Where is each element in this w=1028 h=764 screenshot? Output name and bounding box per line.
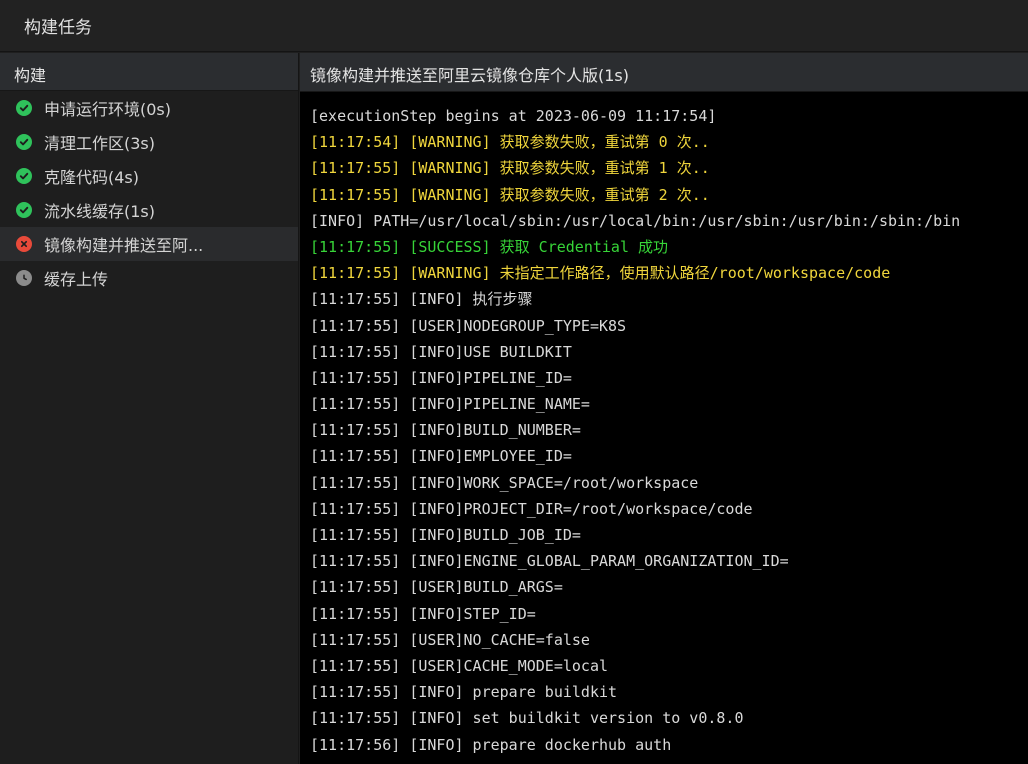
build-step-item[interactable]: 申请运行环境(0s) xyxy=(0,91,298,125)
log-line: [11:17:55] [INFO]PIPELINE_NAME= xyxy=(310,395,590,414)
log-line: [11:17:55] [USER]CACHE_MODE=local xyxy=(310,656,609,675)
sidebar-header: 构建 xyxy=(0,53,298,91)
log-line: [11:17:55] [INFO] prepare buildkit xyxy=(310,683,618,702)
build-step-label: 申请运行环境(0s) xyxy=(44,100,172,119)
log-panel-title: 镜像构建并推送至阿里云镜像仓库个人版(1s) xyxy=(300,53,1028,92)
log-line: [11:17:54] [WARNING] 获取参数失败，重试第 0 次.. xyxy=(310,133,710,152)
log-panel: 镜像构建并推送至阿里云镜像仓库个人版(1s) [executionStep be… xyxy=(300,53,1028,764)
log-line: [11:17:55] [INFO]EMPLOYEE_ID= xyxy=(310,447,572,466)
log-line: [executionStep begins at 2023-06-09 11:1… xyxy=(310,107,717,125)
build-step-label: 缓存上传 xyxy=(44,270,109,289)
log-line: [11:17:55] [INFO]PIPELINE_ID= xyxy=(310,368,572,387)
log-line: [11:17:55] [USER]BUILD_ARGS= xyxy=(310,578,563,597)
check-circle-icon xyxy=(16,202,32,218)
log-line: [11:17:55] [USER]NO_CACHE=false xyxy=(310,630,590,649)
build-step-item[interactable]: 镜像构建并推送至阿... xyxy=(0,227,298,261)
log-line: [11:17:55] [INFO] 执行步骤 xyxy=(310,290,533,309)
check-circle-icon xyxy=(16,168,32,184)
log-line: [11:17:55] [INFO]BUILD_JOB_ID= xyxy=(310,526,581,544)
step-list: 申请运行环境(0s) 清理工作区(3s) 克隆代码(4s) 流水线缓存(1s) 镜像构建… xyxy=(0,91,298,295)
log-line: [11:17:55] [INFO]WORK_SPACE=/root/worksp… xyxy=(310,473,699,492)
build-step-label: 清理工作区(3s) xyxy=(44,134,156,153)
log-line: [11:17:55] [USER]NODEGROUP_TYPE=K8S xyxy=(310,316,627,335)
log-line: [11:17:55] [INFO]USE BUILDKIT xyxy=(310,342,572,361)
log-line: [11:17:55] [WARNING] 获取参数失败，重试第 1 次.. xyxy=(310,159,710,178)
build-step-item[interactable]: 清理工作区(3s) xyxy=(0,125,298,159)
check-circle-icon xyxy=(16,100,32,116)
build-step-item[interactable]: 缓存上传 xyxy=(0,261,298,295)
log-line: [11:17:55] [INFO]PROJECT_DIR=/root/works… xyxy=(310,499,753,518)
build-step-label: 克隆代码(4s) xyxy=(44,168,140,187)
log-line: [11:17:55] [INFO] set buildkit version t… xyxy=(310,709,744,728)
log-line: [11:17:55] [INFO]STEP_ID= xyxy=(310,604,536,623)
build-step-item[interactable]: 流水线缓存(1s) xyxy=(0,193,298,227)
log-line: [INFO] PATH=/usr/local/sbin:/usr/local/b… xyxy=(310,211,961,230)
clock-icon xyxy=(16,270,32,286)
check-circle-icon xyxy=(16,134,32,150)
window-title: 构建任务 xyxy=(24,18,92,38)
build-step-item[interactable]: 克隆代码(4s) xyxy=(0,159,298,193)
log-line: [11:17:55] [WARNING] 未指定工作路径，使用默认路径/root… xyxy=(310,264,891,283)
build-steps-sidebar: 构建 申请运行环境(0s) 清理工作区(3s) 克隆代码(4s) 流水线缓存(1s) 镜… xyxy=(0,53,299,764)
log-line: [11:17:56] [INFO] prepare dockerhub auth xyxy=(310,735,672,754)
log-output[interactable]: [executionStep begins at 2023-06-09 11:1… xyxy=(300,92,1028,763)
error-circle-icon xyxy=(16,236,32,252)
log-line: [11:17:55] [WARNING] 获取参数失败，重试第 2 次.. xyxy=(310,185,710,204)
log-line: [11:17:55] [SUCCESS] 获取 Credential 成功 xyxy=(310,237,669,256)
build-step-label: 镜像构建并推送至阿... xyxy=(44,236,204,255)
title-bar: 构建任务 xyxy=(0,0,1028,52)
build-step-label: 流水线缓存(1s) xyxy=(44,202,156,221)
log-line: [11:17:55] [INFO]BUILD_NUMBER= xyxy=(310,421,581,440)
log-line: [11:17:55] [INFO]ENGINE_GLOBAL_PARAM_ORG… xyxy=(310,552,789,571)
